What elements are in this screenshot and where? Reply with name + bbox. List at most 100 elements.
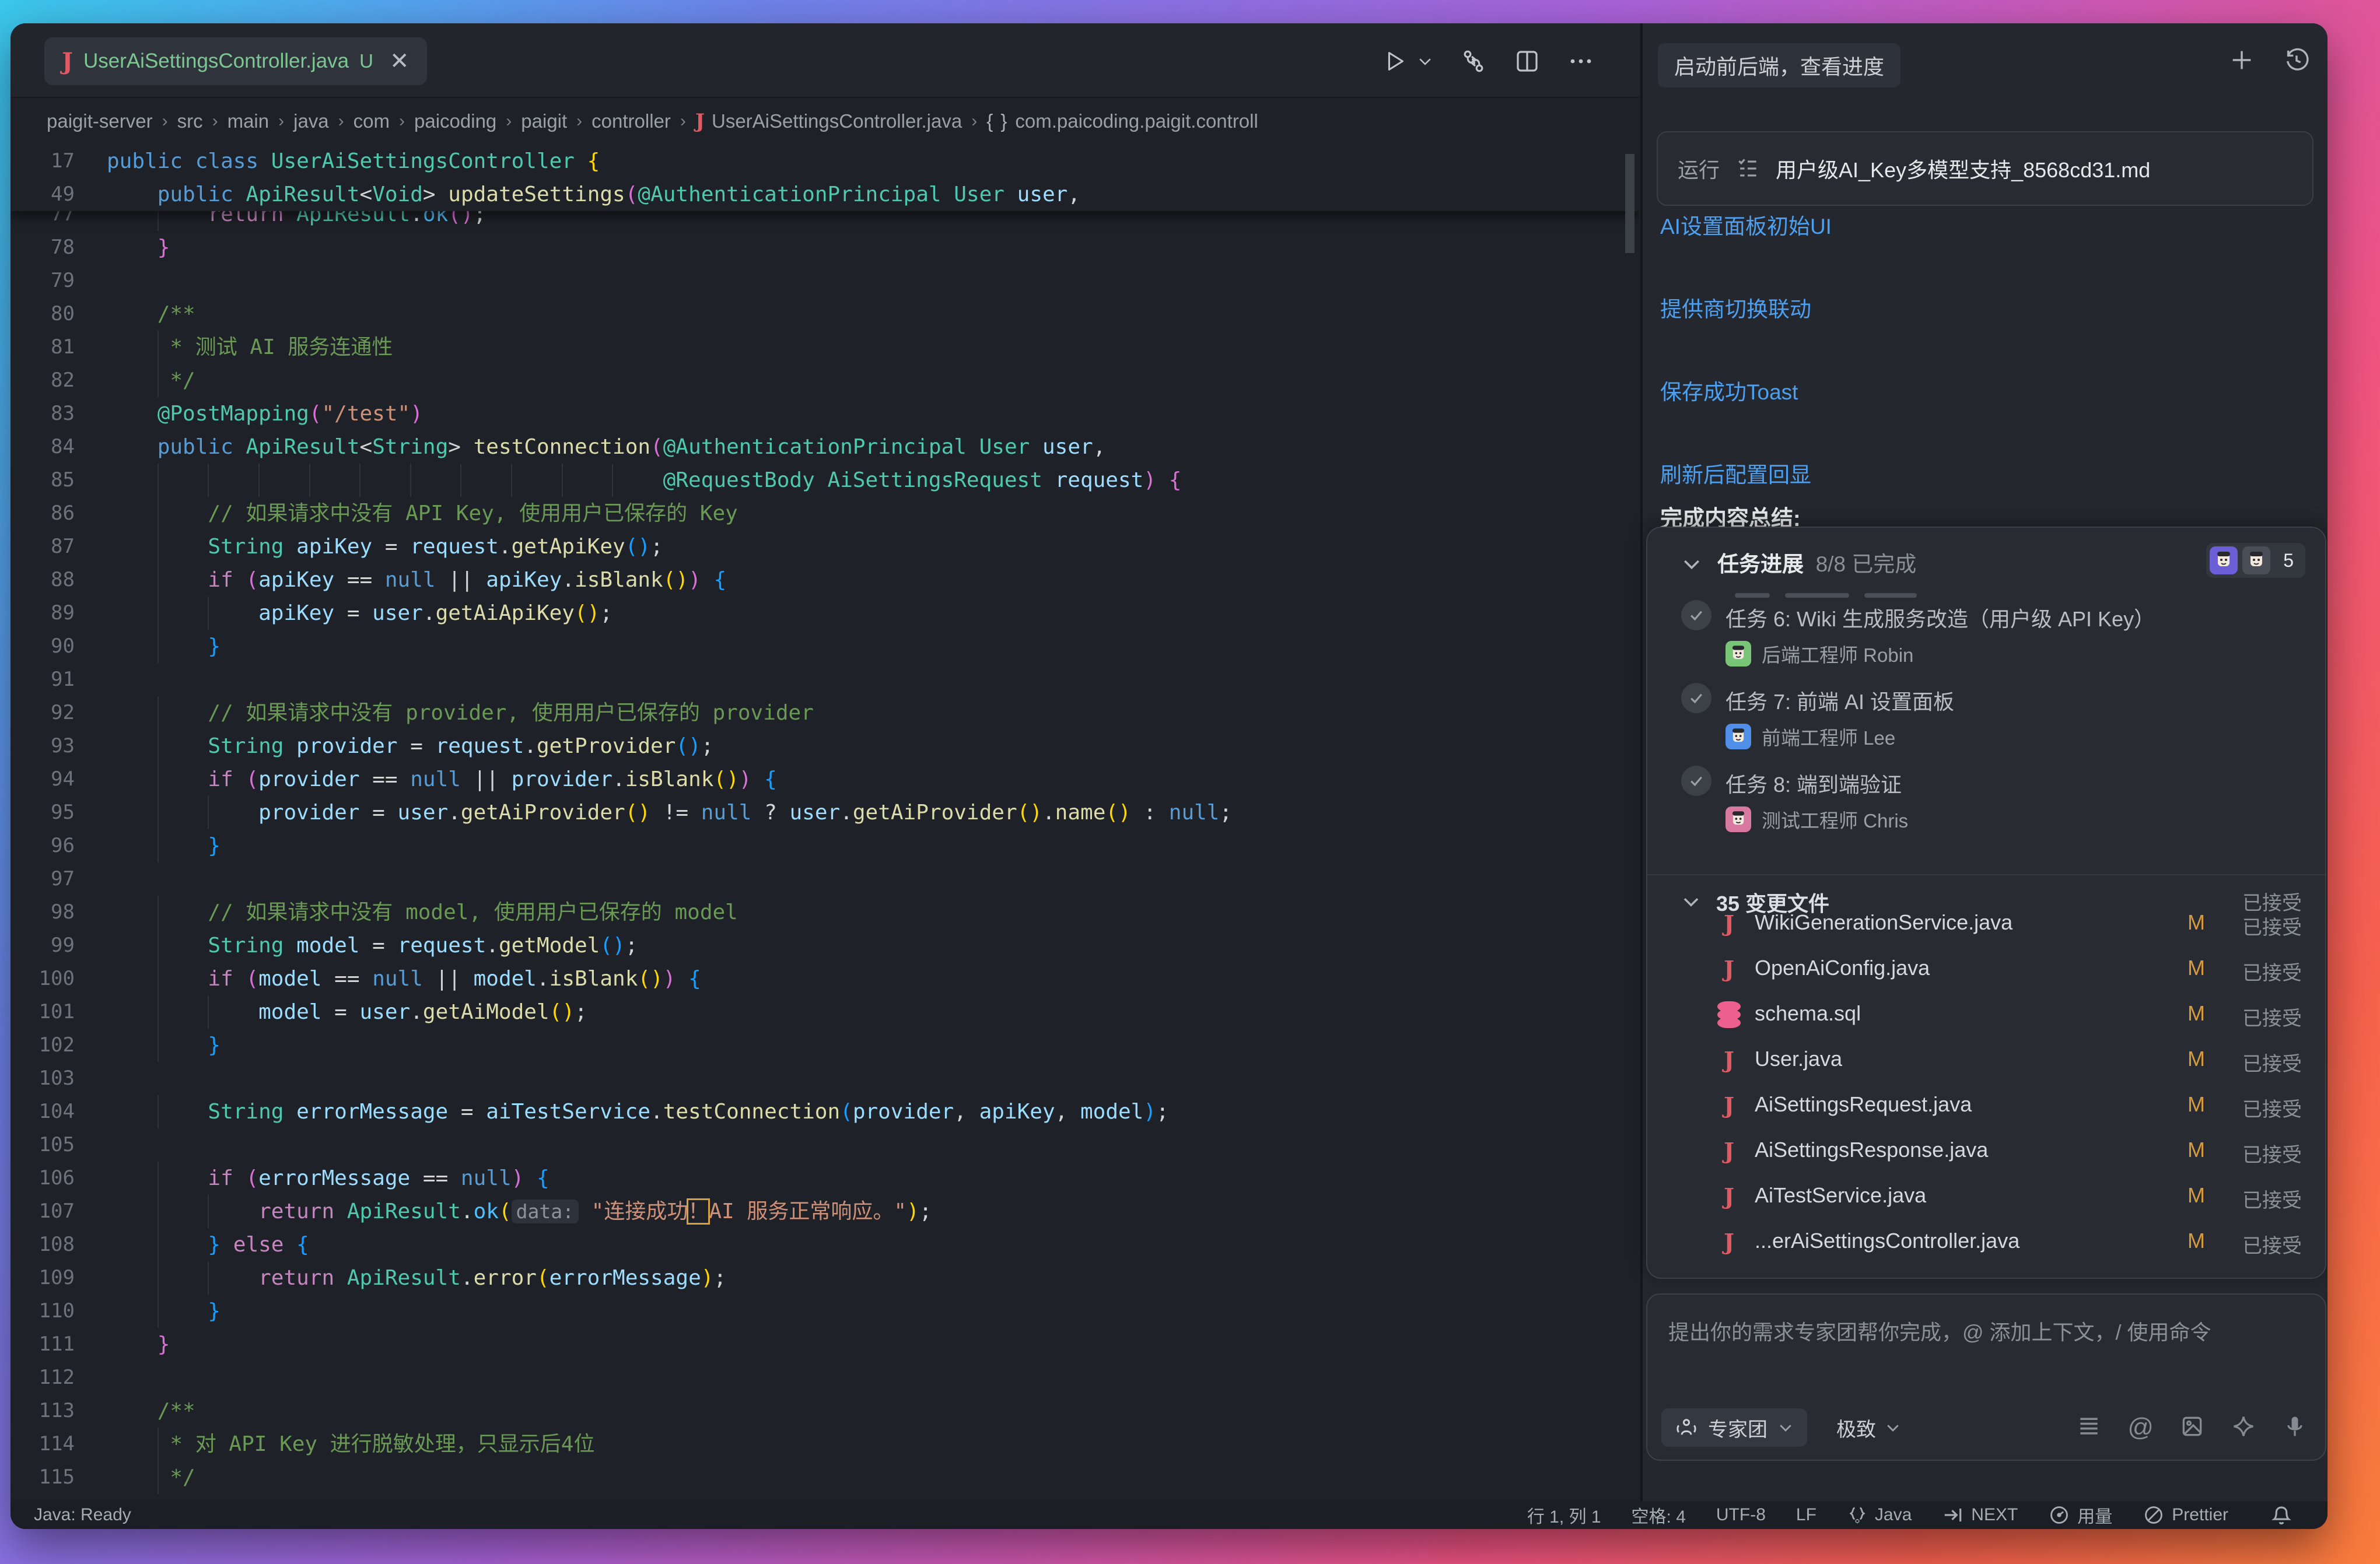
code-line[interactable]: 116 private String maskApiKey(String api… (10, 1494, 1639, 1501)
breadcrumb-item[interactable]: paigit (521, 110, 567, 132)
code-line[interactable]: 84 public ApiResult<String> testConnecti… (10, 430, 1639, 464)
file-row[interactable]: J...erAiSettingsController.javaM已接受 (1647, 1219, 2325, 1265)
attach-image-button[interactable] (2179, 1414, 2205, 1442)
result-link[interactable]: AI设置面板初始UI (1660, 209, 1832, 240)
mention-button[interactable]: @ (2127, 1415, 2154, 1440)
code-line[interactable]: 85 @RequestBody AiSettingsRequest reques… (10, 464, 1639, 497)
breadcrumb-item[interactable]: paicoding (414, 110, 496, 132)
split-editor-button[interactable] (1513, 47, 1541, 75)
compare-changes-button[interactable] (1460, 47, 1488, 75)
status-item-prettier[interactable]: Prettier (2143, 1504, 2228, 1526)
file-row[interactable]: JUser.javaM已接受 (1647, 1037, 2325, 1083)
code-line[interactable]: 108 } else { (10, 1228, 1639, 1261)
code-line[interactable]: 95 provider = user.getAiProvider() != nu… (10, 796, 1639, 829)
breadcrumb-item[interactable]: main (228, 110, 270, 132)
code-line[interactable]: 105 (10, 1128, 1639, 1162)
voice-input-button[interactable] (2282, 1414, 2308, 1442)
code-line[interactable]: 106 if (errorMessage == null) { (10, 1162, 1639, 1195)
editor-scrollbar[interactable] (1625, 154, 1634, 253)
code-line[interactable]: 113 /** (10, 1394, 1639, 1428)
file-row[interactable]: JAiSettingsRequest.javaM已接受 (1647, 1083, 2325, 1128)
status-item-lf[interactable]: LF (1796, 1505, 1817, 1525)
file-row[interactable]: JAiTestService.javaM已接受 (1647, 1174, 2325, 1219)
breadcrumb[interactable]: paigit-server›src›main›java›com›paicodin… (10, 98, 1639, 145)
collapse-tasks-icon[interactable] (1680, 552, 1703, 578)
language-status[interactable]: Java: Ready (34, 1501, 131, 1529)
assistant-session-tab[interactable]: 启动前后端，查看进度 (1658, 43, 1901, 87)
code-line[interactable]: 17public class UserAiSettingsController … (10, 145, 1639, 178)
code-line[interactable]: 82 */ (10, 364, 1639, 397)
status-item-utf-8[interactable]: UTF-8 (1716, 1505, 1766, 1525)
chat-input-box[interactable]: 提出你的需求专家团帮你完成，@ 添加上下文，/ 使用命令 专家团 极致 (1646, 1293, 2326, 1461)
code-line[interactable]: 78 } (10, 231, 1639, 264)
code-line[interactable]: 104 String errorMessage = aiTestService.… (10, 1095, 1639, 1128)
breadcrumb-item[interactable]: UserAiSettingsController.java (712, 110, 962, 132)
code-line[interactable]: 102 } (10, 1029, 1639, 1062)
mode-selector[interactable]: 极致 (1836, 1408, 1902, 1447)
breadcrumb-item[interactable]: com (354, 110, 390, 132)
status-item-next[interactable]: NEXT (1942, 1504, 2018, 1526)
code-line[interactable]: 100 if (model == null || model.isBlank()… (10, 962, 1639, 995)
code-line[interactable]: 89 apiKey = user.getAiApiKey(); (10, 597, 1639, 630)
result-link[interactable]: 保存成功Toast (1660, 374, 1832, 406)
code-line[interactable]: 87 String apiKey = request.getApiKey(); (10, 530, 1639, 563)
file-row[interactable]: JAiSettingsResponse.javaM已接受 (1647, 1128, 2325, 1174)
code-line[interactable]: 94 if (provider == null || provider.isBl… (10, 763, 1639, 796)
breadcrumb-item[interactable]: paigit-server (47, 110, 153, 132)
code-editor[interactable]: 77 return ApiResult.ok();78 }7980 /**81 … (10, 145, 1639, 1501)
code-line[interactable]: 107 return ApiResult.ok(data: "连接成功！AI 服… (10, 1195, 1639, 1228)
code-line[interactable]: 79 (10, 264, 1639, 297)
breadcrumb-item[interactable]: java (293, 110, 329, 132)
close-tab-icon[interactable]: ✕ (390, 48, 410, 75)
run-plan-card[interactable]: 运行 用户级AI_Key多模型支持_8568cd31.md (1657, 131, 2314, 206)
code-line[interactable]: 112 (10, 1361, 1639, 1394)
code-line[interactable]: 91 (10, 663, 1639, 696)
breadcrumb-item[interactable]: src (177, 110, 203, 132)
enhance-button[interactable] (2231, 1414, 2256, 1442)
status-item--[interactable]: 用量 (2048, 1502, 2112, 1528)
code-line[interactable]: 110 } (10, 1295, 1639, 1328)
code-line[interactable]: 115 */ (10, 1461, 1639, 1494)
code-line[interactable]: 96 } (10, 829, 1639, 862)
code-line[interactable]: 99 String model = request.getModel(); (10, 929, 1639, 962)
task-title[interactable]: 任务 7: 前端 AI 设置面板 (1726, 685, 1954, 716)
code-line[interactable]: 109 return ApiResult.error(errorMessage)… (10, 1261, 1639, 1295)
agent-badges[interactable]: 5 (2206, 543, 2305, 578)
status-item--1-1[interactable]: 行 1, 列 1 (1527, 1502, 1601, 1528)
code-line[interactable]: 92 // 如果请求中没有 provider, 使用用户已保存的 provide… (10, 696, 1639, 730)
code-line[interactable]: 80 /** (10, 297, 1639, 331)
code-line[interactable]: 111 } (10, 1328, 1639, 1361)
task-title[interactable]: 任务 8: 端到端验证 (1726, 768, 1902, 798)
notifications-button[interactable] (2269, 1503, 2294, 1529)
result-link[interactable]: 刷新后配置回显 (1660, 457, 1832, 489)
file-row[interactable]: JOpenAiConfig.javaM已接受 (1647, 946, 2325, 992)
breadcrumb-item[interactable]: controller (592, 110, 671, 132)
file-row[interactable]: schema.sqlM已接受 (1647, 992, 2325, 1037)
status-item--4[interactable]: 空格: 4 (1632, 1502, 1686, 1528)
tab-userai-settings-controller[interactable]: J UserAiSettingsController.java U ✕ (44, 37, 427, 85)
run-button[interactable] (1381, 48, 1434, 75)
changed-files-header[interactable]: 35 变更文件 已接受 (1647, 874, 2325, 888)
status-item-java[interactable]: Java (1847, 1505, 1912, 1526)
code-line[interactable]: 83 @PostMapping("/test") (10, 397, 1639, 430)
code-line[interactable]: 103 (10, 1062, 1639, 1095)
breadcrumb-item[interactable]: com.paicoding.paigit.controll (1015, 110, 1258, 132)
queue-list-button[interactable] (2076, 1414, 2102, 1442)
result-link[interactable]: 提供商切换联动 (1660, 292, 1832, 323)
code-line[interactable]: 81 * 测试 AI 服务连通性 (10, 331, 1639, 364)
code-line[interactable]: 98 // 如果请求中没有 model, 使用用户已保存的 model (10, 896, 1639, 929)
code-line[interactable]: 97 (10, 862, 1639, 896)
new-session-button[interactable] (2228, 47, 2255, 76)
code-line[interactable]: 88 if (apiKey == null || apiKey.isBlank(… (10, 563, 1639, 597)
history-button[interactable] (2283, 47, 2310, 76)
team-selector[interactable]: 专家团 (1661, 1408, 1807, 1447)
code-line[interactable]: 86 // 如果请求中没有 API Key, 使用用户已保存的 Key (10, 497, 1639, 530)
code-line[interactable]: 90 } (10, 630, 1639, 663)
code-line[interactable]: 101 model = user.getAiModel(); (10, 995, 1639, 1029)
code-line[interactable]: 93 String provider = request.getProvider… (10, 730, 1639, 763)
code-line[interactable]: 49 public ApiResult<Void> updateSettings… (10, 178, 1639, 211)
task-title[interactable]: 任务 6: Wiki 生成服务改造（用户级 API Key） (1726, 602, 2155, 633)
file-row[interactable]: JWikiGenerationService.javaM已接受 (1647, 901, 2325, 946)
more-actions-button[interactable] (1567, 47, 1595, 75)
code-line[interactable]: 114 * 对 API Key 进行脱敏处理，只显示后4位 (10, 1428, 1639, 1461)
